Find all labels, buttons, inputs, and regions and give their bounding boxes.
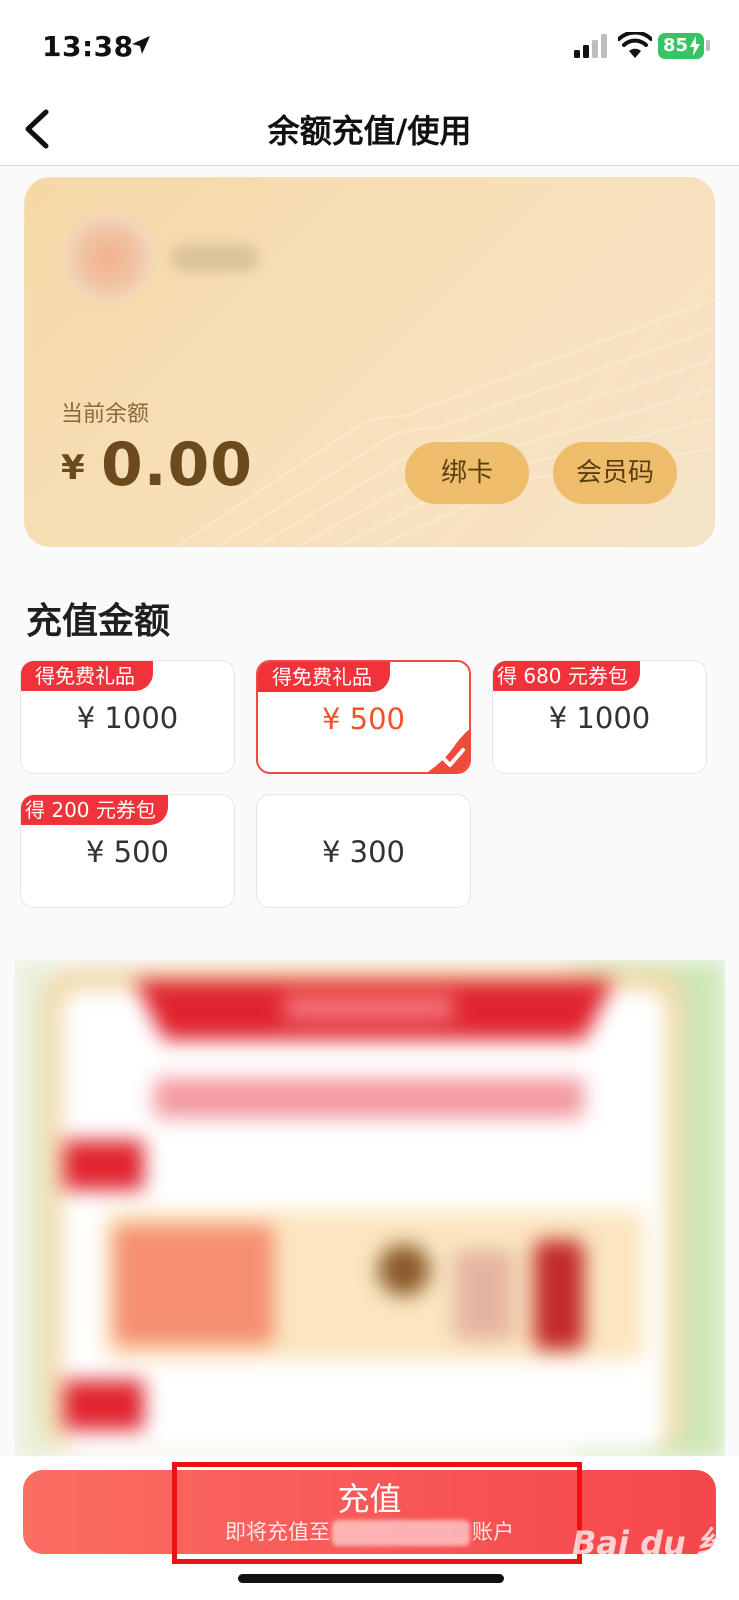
watermark-url: jingyan.baidu.com — [600, 1554, 711, 1568]
amount-option[interactable]: 得免费礼品 ¥ 1000 — [20, 660, 235, 774]
amount-option-selected[interactable]: 得免费礼品 ¥ 500 — [256, 660, 471, 774]
balance-card: 当前余额 ¥ 0.00 绑卡 会员码 — [24, 177, 715, 547]
amount-value: ¥ 300 — [321, 835, 406, 869]
location-arrow-icon — [132, 36, 150, 54]
amount-value: ¥ 1000 — [548, 701, 651, 735]
account-name-blurred — [171, 244, 259, 272]
wifi-icon — [618, 32, 652, 58]
amount-option[interactable]: ¥ 300 — [256, 794, 471, 908]
avatar — [63, 212, 155, 304]
status-time: 13:38 — [42, 30, 134, 63]
promo-tag: 得免费礼品 — [21, 661, 153, 691]
battery-icon: 85 — [658, 33, 704, 59]
amount-value: ¥ 500 — [85, 835, 170, 869]
battery-tip — [706, 40, 710, 51]
promo-banner-blurred — [14, 960, 725, 1460]
page-title: 余额充值/使用 — [267, 112, 472, 150]
annotation-highlight-box — [172, 1462, 582, 1564]
amount-option[interactable]: 得 680 元券包 ¥ 1000 — [492, 660, 707, 774]
section-title: 充值金额 — [26, 601, 171, 642]
promo-tag: 得 200 元券包 — [21, 795, 168, 825]
amount-value: ¥ 1000 — [76, 701, 179, 735]
currency-symbol: ¥ — [61, 448, 85, 488]
status-bar: 13:38 85 — [0, 0, 739, 92]
member-code-button[interactable]: 会员码 — [553, 442, 677, 504]
promo-tag: 得免费礼品 — [258, 662, 390, 692]
bolt-icon — [690, 36, 700, 56]
balance-amount: 0.00 — [101, 430, 254, 500]
checkmark-icon — [427, 729, 469, 772]
promo-tag: 得 680 元券包 — [493, 661, 640, 691]
balance-label: 当前余额 — [61, 402, 150, 427]
home-indicator — [238, 1574, 504, 1583]
battery-level: 85 — [663, 35, 689, 56]
signal-icon — [574, 34, 607, 58]
promo-banner-image — [14, 960, 725, 1460]
bind-card-button[interactable]: 绑卡 — [405, 442, 529, 504]
amount-option[interactable]: 得 200 元券包 ¥ 500 — [20, 794, 235, 908]
nav-bar: 余额充值/使用 — [0, 92, 739, 166]
